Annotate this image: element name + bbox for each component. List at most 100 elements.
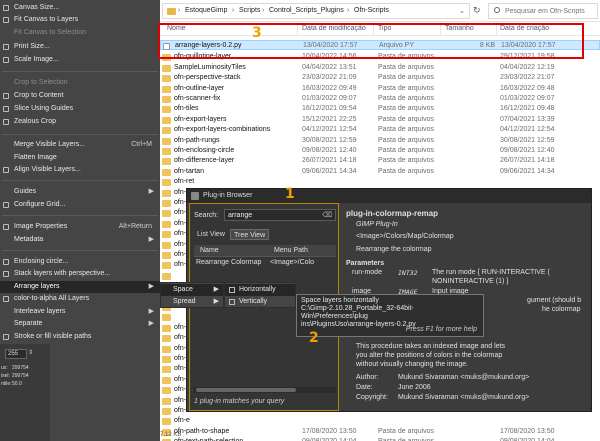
menu-item-fit-canvas-to-layers[interactable]: Fit Canvas to Layers	[0, 14, 160, 26]
folder-icon	[162, 387, 171, 395]
menu-item-slice-using-guides[interactable]: Slice Using Guides	[0, 103, 160, 115]
dialog-title: Plug-in Browser	[203, 192, 253, 199]
menu-item-color-to-alpha-all-layers[interactable]: color-to-alpha All Layers	[0, 293, 160, 305]
value-field[interactable]: 255	[5, 349, 27, 359]
menu-item-enclosing-circle[interactable]: Enclosing circle...	[0, 256, 160, 268]
menu-item-merge-visible-layers[interactable]: Merge Visible Layers... Ctrl+M	[0, 139, 160, 151]
menu-item-shortcut: Alt+Return	[118, 223, 152, 230]
menu-item-zealous-crop[interactable]: Zealous Crop	[0, 116, 160, 128]
param-desc-tail: he colormap	[542, 306, 581, 313]
menu-item-align-visible-layers[interactable]: Align Visible Layers...	[0, 164, 160, 176]
breadcrumb-item[interactable]: Control_Scripts_Plugins	[269, 7, 344, 14]
menu-item-crop-to-content[interactable]: Crop to Content	[0, 90, 160, 102]
file-created: 01/03/2022 09:07	[500, 95, 555, 102]
file-name: ofn-export-layers-combinations	[174, 126, 271, 134]
plugin-search-input[interactable]	[228, 211, 320, 220]
file-name: ofn-	[174, 355, 187, 362]
chevron-down-icon[interactable]: ⌄	[459, 7, 465, 15]
dialog-titlebar[interactable]: Plug-in Browser	[187, 189, 591, 203]
menu-item-print-size[interactable]: Print Size...	[0, 41, 160, 53]
plugin-search-box[interactable]: ⌫	[224, 209, 336, 221]
file-row[interactable]: ofn-ret	[160, 177, 600, 187]
menu-item-separate[interactable]: Separate ▶	[0, 318, 160, 330]
file-row[interactable]: ofn-export-layers-combinations 04/12/2021…	[160, 125, 600, 135]
menu-item-arrange-layers[interactable]: Arrange layers ▶	[0, 281, 160, 293]
file-modified: 26/07/2021 14:18	[302, 157, 357, 165]
menu-item-stack-layers-with-perspective[interactable]: Stack layers with perspective...	[0, 268, 160, 280]
menu-item-metadata[interactable]: Metadata ▶	[0, 234, 160, 246]
space-submenu: Horizontally Vertically	[224, 282, 296, 308]
breadcrumb-item[interactable]: Scripts	[239, 7, 260, 14]
menu-item-image-properties[interactable]: Image Properties Alt+Return	[0, 221, 160, 233]
file-modified: 09/06/2021 14:34	[302, 167, 357, 175]
file-row[interactable]: ofn-perspective-stack 23/03/2022 21:09 Pas…	[160, 73, 600, 83]
info-value: 299754	[12, 365, 29, 371]
menu-item-stroke-or-fill-visible-paths[interactable]: Stroke or fill visible paths	[0, 331, 160, 343]
procedure-type: GIMP Plug-In	[356, 221, 398, 228]
column-menu-path[interactable]: Menu Path	[274, 247, 308, 254]
menu-item-label: Slice Using Guides	[14, 105, 74, 112]
menu-item-fit-canvas-to-selection[interactable]: Fit Canvas to Selection	[0, 27, 160, 39]
file-row[interactable]: ofn-text-path-selection 09/08/2020 14:04 P…	[160, 437, 600, 441]
fit-canvas-icon	[3, 17, 9, 23]
menu-item-flatten-image[interactable]: Flatten Image	[0, 152, 160, 164]
menu-item-guides[interactable]: Guides ▶	[0, 186, 160, 198]
file-row[interactable]: ofn-tartan 09/06/2021 14:34 Pasta de arqui…	[160, 167, 600, 177]
file-type: Pasta de arquivos	[378, 157, 435, 165]
folder-icon	[162, 85, 171, 93]
submenu-item-vertically[interactable]: Vertically	[225, 296, 295, 308]
menu-item-scale-image[interactable]: Scale Image...	[0, 54, 160, 66]
column-plugin-name[interactable]: Name	[200, 247, 219, 254]
search-box[interactable]	[488, 3, 598, 19]
refresh-icon[interactable]: ↻	[473, 5, 481, 16]
file-row[interactable]: ofn-path-to-shape 17/08/2020 13:50 Pasta d…	[160, 427, 600, 437]
menu-item-interleave-layers[interactable]: Interleave layers ▶	[0, 306, 160, 318]
file-name: ofn-path-rungs	[174, 136, 220, 144]
file-row[interactable]: ofn-scanner-fix 01/03/2022 09:07 Pasta de …	[160, 94, 600, 104]
file-row[interactable]: SampleLuminosityTiles 04/04/2022 13:51 Pas…	[160, 63, 600, 73]
file-row[interactable]: ofn-outline-layer 16/03/2022 09:49 Pasta d…	[160, 84, 600, 94]
breadcrumb-item[interactable]: EstoqueGimp	[185, 7, 227, 14]
file-row[interactable]: ofn-tiles 16/12/2021 09:54 Pasta de arquiv…	[160, 104, 600, 114]
breadcrumb[interactable]: › EstoqueGimp › Scripts › Control_Script…	[162, 3, 470, 19]
clear-search-icon[interactable]: ⌫	[322, 211, 332, 219]
file-name: ofn-enclosing-circle	[174, 147, 235, 154]
file-row[interactable]: ofn-export-layers 15/12/2021 22:25 Pasta d…	[160, 115, 600, 125]
folder-icon	[162, 200, 171, 207]
chevron-right-icon: ›	[262, 7, 265, 14]
file-row[interactable]: ofn-path-rungs 30/08/2021 12:59 Pasta de a…	[160, 136, 600, 146]
search-input[interactable]	[505, 6, 595, 17]
horizontal-scrollbar[interactable]	[194, 387, 336, 393]
spin-arrows-icon[interactable]: ⇕	[28, 349, 36, 359]
annotation-highlight-box	[158, 23, 584, 59]
folder-icon	[162, 335, 171, 343]
submenu-item-spread[interactable]: Spread ▶	[161, 296, 223, 308]
info-row: ux: 299754	[0, 364, 50, 372]
submenu-item-horizontally[interactable]: Horizontally	[225, 284, 295, 296]
file-row[interactable]: ofn-difference-layer 26/07/2021 14:18 Past…	[160, 156, 600, 166]
plugin-list-row[interactable]: Rearrange Colormap <Image>/Colo	[194, 258, 336, 269]
submenu-item-space[interactable]: Space ▶	[161, 284, 223, 296]
copyright-value: Mukund Sivaraman <muks@mukund.org>	[398, 394, 530, 401]
folder-icon	[162, 106, 171, 114]
menu-item-label: Separate	[14, 320, 43, 327]
file-type: Pasta de arquivos	[378, 427, 435, 435]
file-created: 04/04/2022 12:19	[500, 63, 555, 71]
file-row[interactable]: ofn-e	[160, 416, 600, 426]
folder-icon	[162, 64, 171, 72]
breadcrumb-item[interactable]: Ofn-Scripts	[354, 7, 389, 14]
tab-list-view[interactable]: List View	[194, 229, 228, 240]
file-name: ofn-	[174, 334, 187, 342]
submenu-arrow-icon: ▶	[148, 283, 154, 290]
print-size-icon	[3, 44, 9, 50]
menu-item-canvas-size[interactable]: Canvas Size...	[0, 2, 160, 14]
menu-item-configure-grid[interactable]: Configure Grid...	[0, 199, 160, 211]
date-label: Date:	[356, 384, 373, 391]
file-row[interactable]: ofn-enclosing-circle 09/08/2021 12:40 Past…	[160, 146, 600, 156]
annotation-number-2: 2	[309, 330, 319, 346]
tab-tree-view[interactable]: Tree View	[230, 229, 270, 240]
address-bar: › EstoqueGimp › Scripts › Control_Script…	[160, 0, 600, 22]
status-bar-text: 7,12 KB	[160, 432, 182, 438]
menu-item-crop-to-selection[interactable]: Crop to Selection	[0, 77, 160, 89]
scrollbar-thumb[interactable]	[196, 388, 296, 392]
